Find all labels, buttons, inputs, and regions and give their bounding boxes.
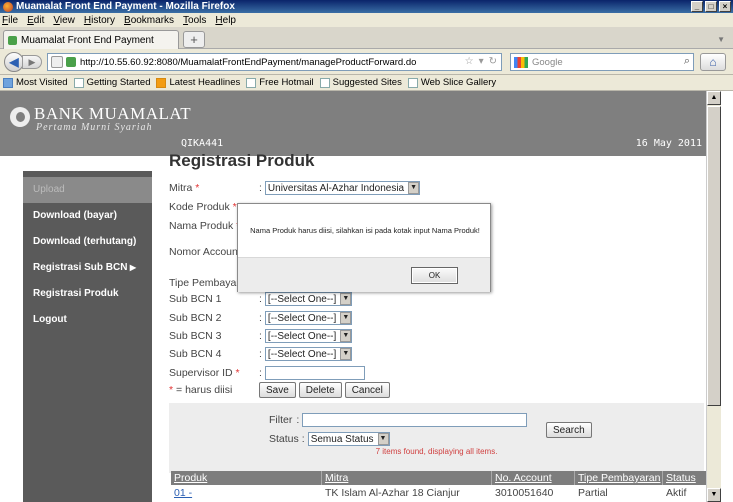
modal-overlay: Nama Produk harus diisi, silahkan isi pa… xyxy=(0,91,706,502)
maximize-button[interactable]: □ xyxy=(705,1,717,12)
back-forward-group: ◀ ▶ xyxy=(4,52,44,72)
search-engine-icon[interactable] xyxy=(514,56,528,68)
bookmark-suggested-sites[interactable]: Suggested Sites xyxy=(319,77,402,88)
rss-icon xyxy=(156,77,167,88)
menu-view[interactable]: View xyxy=(53,15,75,26)
bookmark-page-icon xyxy=(319,77,330,88)
bookmark-latest-headlines[interactable]: Latest Headlines xyxy=(156,77,240,88)
firefox-icon xyxy=(3,1,13,12)
history-dropdown-icon[interactable]: ▾ xyxy=(479,56,484,67)
search-placeholder: Google xyxy=(532,56,563,68)
bookmark-web-slice-gallery[interactable]: Web Slice Gallery xyxy=(407,77,496,88)
forward-button[interactable]: ▶ xyxy=(22,55,42,69)
url-actions: ☆ ▾ ↻ xyxy=(465,56,497,67)
favicon-icon xyxy=(8,35,17,45)
bookmark-folder-icon xyxy=(3,77,13,88)
site-identity-icon[interactable] xyxy=(51,56,63,68)
window-controls: _ □ × xyxy=(691,1,731,12)
window-titlebar: Muamalat Front End Payment - Mozilla Fir… xyxy=(0,0,733,13)
vertical-scrollbar[interactable]: ▲ ▼ xyxy=(706,91,721,502)
home-button[interactable]: ⌂ xyxy=(700,53,726,71)
bookmark-page-icon xyxy=(407,77,418,88)
new-tab-button[interactable]: + xyxy=(183,31,205,48)
page-favicon-icon xyxy=(66,57,76,67)
url-bar[interactable]: http://10.55.60.92:8080/MuamalatFrontEnd… xyxy=(47,53,502,71)
scroll-up-icon[interactable]: ▲ xyxy=(707,91,721,105)
menubar: File Edit View History Bookmarks Tools H… xyxy=(0,13,733,27)
close-window-button[interactable]: × xyxy=(719,1,731,12)
url-text: http://10.55.60.92:8080/MuamalatFrontEnd… xyxy=(80,56,417,68)
tab-label: Muamalat Front End Payment xyxy=(21,34,154,46)
alert-dialog: Nama Produk harus diisi, silahkan isi pa… xyxy=(237,203,491,292)
tab-active[interactable]: Muamalat Front End Payment xyxy=(3,30,179,49)
bookmark-getting-started[interactable]: Getting Started xyxy=(73,77,150,88)
minimize-button[interactable]: _ xyxy=(691,1,703,12)
bookmark-star-icon[interactable]: ☆ xyxy=(465,56,474,67)
menu-bookmarks[interactable]: Bookmarks xyxy=(124,15,174,26)
bookmark-page-icon xyxy=(246,77,257,88)
bookmark-page-icon xyxy=(73,77,84,88)
reload-icon[interactable]: ↻ xyxy=(489,56,497,67)
bookmark-most-visited[interactable]: Most Visited xyxy=(3,77,68,88)
page-content: BANK MUAMALAT Pertama Murni Syariah QIKA… xyxy=(0,91,733,502)
window-title: Muamalat Front End Payment - Mozilla Fir… xyxy=(16,1,235,12)
bookmarks-toolbar: Most Visited Getting Started Latest Head… xyxy=(0,75,733,91)
bookmark-free-hotmail[interactable]: Free Hotmail xyxy=(246,77,314,88)
search-input[interactable]: Google ⌕ xyxy=(510,53,694,71)
menu-help[interactable]: Help xyxy=(215,15,236,26)
menu-edit[interactable]: Edit xyxy=(27,15,44,26)
menu-history[interactable]: History xyxy=(84,15,115,26)
menu-tools[interactable]: Tools xyxy=(183,15,206,26)
tab-list-chevron-icon[interactable]: ▼ xyxy=(717,35,725,44)
scroll-down-icon[interactable]: ▼ xyxy=(707,488,721,502)
search-icon[interactable]: ⌕ xyxy=(684,55,690,68)
menu-file[interactable]: File xyxy=(2,15,18,26)
ok-button[interactable]: OK xyxy=(411,267,458,284)
back-button[interactable]: ◀ xyxy=(4,52,24,72)
scroll-thumb[interactable] xyxy=(707,106,721,406)
alert-message: Nama Produk harus diisi, silahkan isi pa… xyxy=(250,226,480,235)
tab-strip: Muamalat Front End Payment + ▼ xyxy=(0,27,733,49)
alert-footer: OK xyxy=(238,257,490,292)
navigation-toolbar: ◀ ▶ http://10.55.60.92:8080/MuamalatFron… xyxy=(0,49,733,75)
